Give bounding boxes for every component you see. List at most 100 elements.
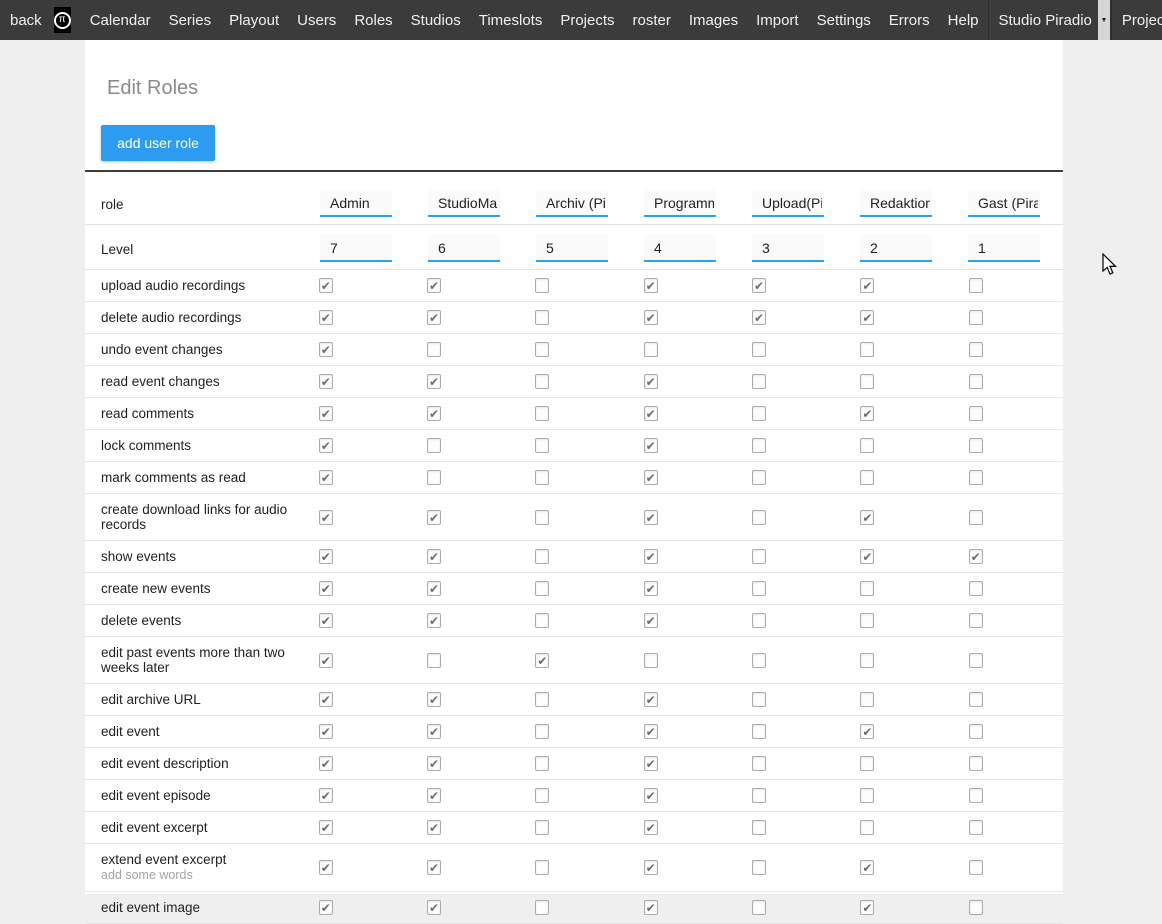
permission-checkbox[interactable] bbox=[860, 820, 874, 835]
nav-item-projects[interactable]: Projects bbox=[551, 12, 623, 29]
permission-checkbox[interactable] bbox=[860, 438, 874, 453]
permission-checkbox[interactable] bbox=[427, 406, 441, 421]
permission-checkbox[interactable] bbox=[860, 549, 874, 564]
permission-checkbox[interactable] bbox=[752, 788, 766, 803]
permission-checkbox[interactable] bbox=[969, 900, 983, 915]
nav-item-help[interactable]: Help bbox=[939, 12, 988, 29]
permission-checkbox[interactable] bbox=[969, 470, 983, 485]
permission-checkbox[interactable] bbox=[427, 310, 441, 325]
permission-checkbox[interactable] bbox=[319, 788, 333, 803]
permission-checkbox[interactable] bbox=[969, 310, 983, 325]
project-select[interactable]: Project 88vier ▼ bbox=[1111, 0, 1162, 40]
permission-checkbox[interactable] bbox=[752, 310, 766, 325]
permission-checkbox[interactable] bbox=[969, 860, 983, 875]
role-name-input[interactable] bbox=[860, 190, 932, 217]
nav-item-roles[interactable]: Roles bbox=[345, 12, 401, 29]
permission-checkbox[interactable] bbox=[860, 613, 874, 628]
permission-checkbox[interactable] bbox=[644, 581, 658, 596]
permission-checkbox[interactable] bbox=[860, 374, 874, 389]
permission-checkbox[interactable] bbox=[644, 374, 658, 389]
permission-checkbox[interactable] bbox=[644, 342, 658, 357]
permission-checkbox[interactable] bbox=[319, 820, 333, 835]
permission-checkbox[interactable] bbox=[969, 406, 983, 421]
permission-checkbox[interactable] bbox=[427, 900, 441, 915]
permission-checkbox[interactable] bbox=[319, 510, 333, 525]
permission-checkbox[interactable] bbox=[644, 900, 658, 915]
back-link[interactable]: back bbox=[0, 12, 54, 29]
role-name-input[interactable] bbox=[320, 190, 392, 217]
permission-checkbox[interactable] bbox=[644, 724, 658, 739]
permission-checkbox[interactable] bbox=[752, 581, 766, 596]
permission-checkbox[interactable] bbox=[535, 310, 549, 325]
nav-item-users[interactable]: Users bbox=[288, 12, 345, 29]
role-level-input[interactable] bbox=[644, 235, 716, 262]
permission-checkbox[interactable] bbox=[535, 724, 549, 739]
role-name-input[interactable] bbox=[644, 190, 716, 217]
permission-checkbox[interactable] bbox=[427, 692, 441, 707]
permission-checkbox[interactable] bbox=[319, 374, 333, 389]
permission-checkbox[interactable] bbox=[644, 278, 658, 293]
permission-checkbox[interactable] bbox=[319, 310, 333, 325]
role-level-input[interactable] bbox=[752, 235, 824, 262]
permission-checkbox[interactable] bbox=[535, 470, 549, 485]
permission-checkbox[interactable] bbox=[427, 549, 441, 564]
role-level-input[interactable] bbox=[428, 235, 500, 262]
permission-checkbox[interactable] bbox=[427, 342, 441, 357]
permission-checkbox[interactable] bbox=[752, 278, 766, 293]
permission-checkbox[interactable] bbox=[427, 860, 441, 875]
nav-item-playout[interactable]: Playout bbox=[220, 12, 288, 29]
permission-checkbox[interactable] bbox=[752, 820, 766, 835]
studio-select[interactable]: Studio Piradio ▼ bbox=[988, 0, 1111, 40]
permission-checkbox[interactable] bbox=[969, 613, 983, 628]
permission-checkbox[interactable] bbox=[535, 900, 549, 915]
role-level-input[interactable] bbox=[968, 235, 1040, 262]
role-level-input[interactable] bbox=[860, 235, 932, 262]
permission-checkbox[interactable] bbox=[427, 374, 441, 389]
permission-checkbox[interactable] bbox=[969, 756, 983, 771]
permission-checkbox[interactable] bbox=[319, 613, 333, 628]
permission-checkbox[interactable] bbox=[535, 342, 549, 357]
add-user-role-button[interactable]: add user role bbox=[101, 125, 215, 161]
permission-checkbox[interactable] bbox=[860, 653, 874, 668]
permission-checkbox[interactable] bbox=[535, 374, 549, 389]
role-level-input[interactable] bbox=[320, 235, 392, 262]
permission-checkbox[interactable] bbox=[644, 860, 658, 875]
permission-checkbox[interactable] bbox=[969, 438, 983, 453]
permission-checkbox[interactable] bbox=[644, 692, 658, 707]
permission-checkbox[interactable] bbox=[427, 438, 441, 453]
permission-checkbox[interactable] bbox=[535, 653, 549, 668]
permission-checkbox[interactable] bbox=[319, 581, 333, 596]
permission-checkbox[interactable] bbox=[319, 900, 333, 915]
permission-checkbox[interactable] bbox=[860, 581, 874, 596]
permission-checkbox[interactable] bbox=[319, 653, 333, 668]
permission-checkbox[interactable] bbox=[860, 692, 874, 707]
permission-checkbox[interactable] bbox=[860, 278, 874, 293]
permission-checkbox[interactable] bbox=[535, 438, 549, 453]
permission-checkbox[interactable] bbox=[752, 900, 766, 915]
permission-checkbox[interactable] bbox=[752, 653, 766, 668]
permission-checkbox[interactable] bbox=[535, 756, 549, 771]
permission-checkbox[interactable] bbox=[427, 613, 441, 628]
permission-checkbox[interactable] bbox=[644, 510, 658, 525]
permission-checkbox[interactable] bbox=[860, 900, 874, 915]
permission-checkbox[interactable] bbox=[644, 470, 658, 485]
permission-checkbox[interactable] bbox=[535, 820, 549, 835]
permission-checkbox[interactable] bbox=[969, 510, 983, 525]
permission-checkbox[interactable] bbox=[860, 724, 874, 739]
permission-checkbox[interactable] bbox=[752, 724, 766, 739]
permission-checkbox[interactable] bbox=[644, 549, 658, 564]
permission-checkbox[interactable] bbox=[535, 860, 549, 875]
permission-checkbox[interactable] bbox=[752, 756, 766, 771]
permission-checkbox[interactable] bbox=[969, 581, 983, 596]
permission-checkbox[interactable] bbox=[644, 310, 658, 325]
permission-checkbox[interactable] bbox=[644, 406, 658, 421]
permission-checkbox[interactable] bbox=[427, 278, 441, 293]
permission-checkbox[interactable] bbox=[860, 860, 874, 875]
permission-checkbox[interactable] bbox=[319, 470, 333, 485]
nav-item-images[interactable]: Images bbox=[680, 12, 747, 29]
permission-checkbox[interactable] bbox=[427, 820, 441, 835]
permission-checkbox[interactable] bbox=[644, 653, 658, 668]
permission-checkbox[interactable] bbox=[752, 692, 766, 707]
role-name-input[interactable] bbox=[968, 190, 1040, 217]
permission-checkbox[interactable] bbox=[752, 438, 766, 453]
